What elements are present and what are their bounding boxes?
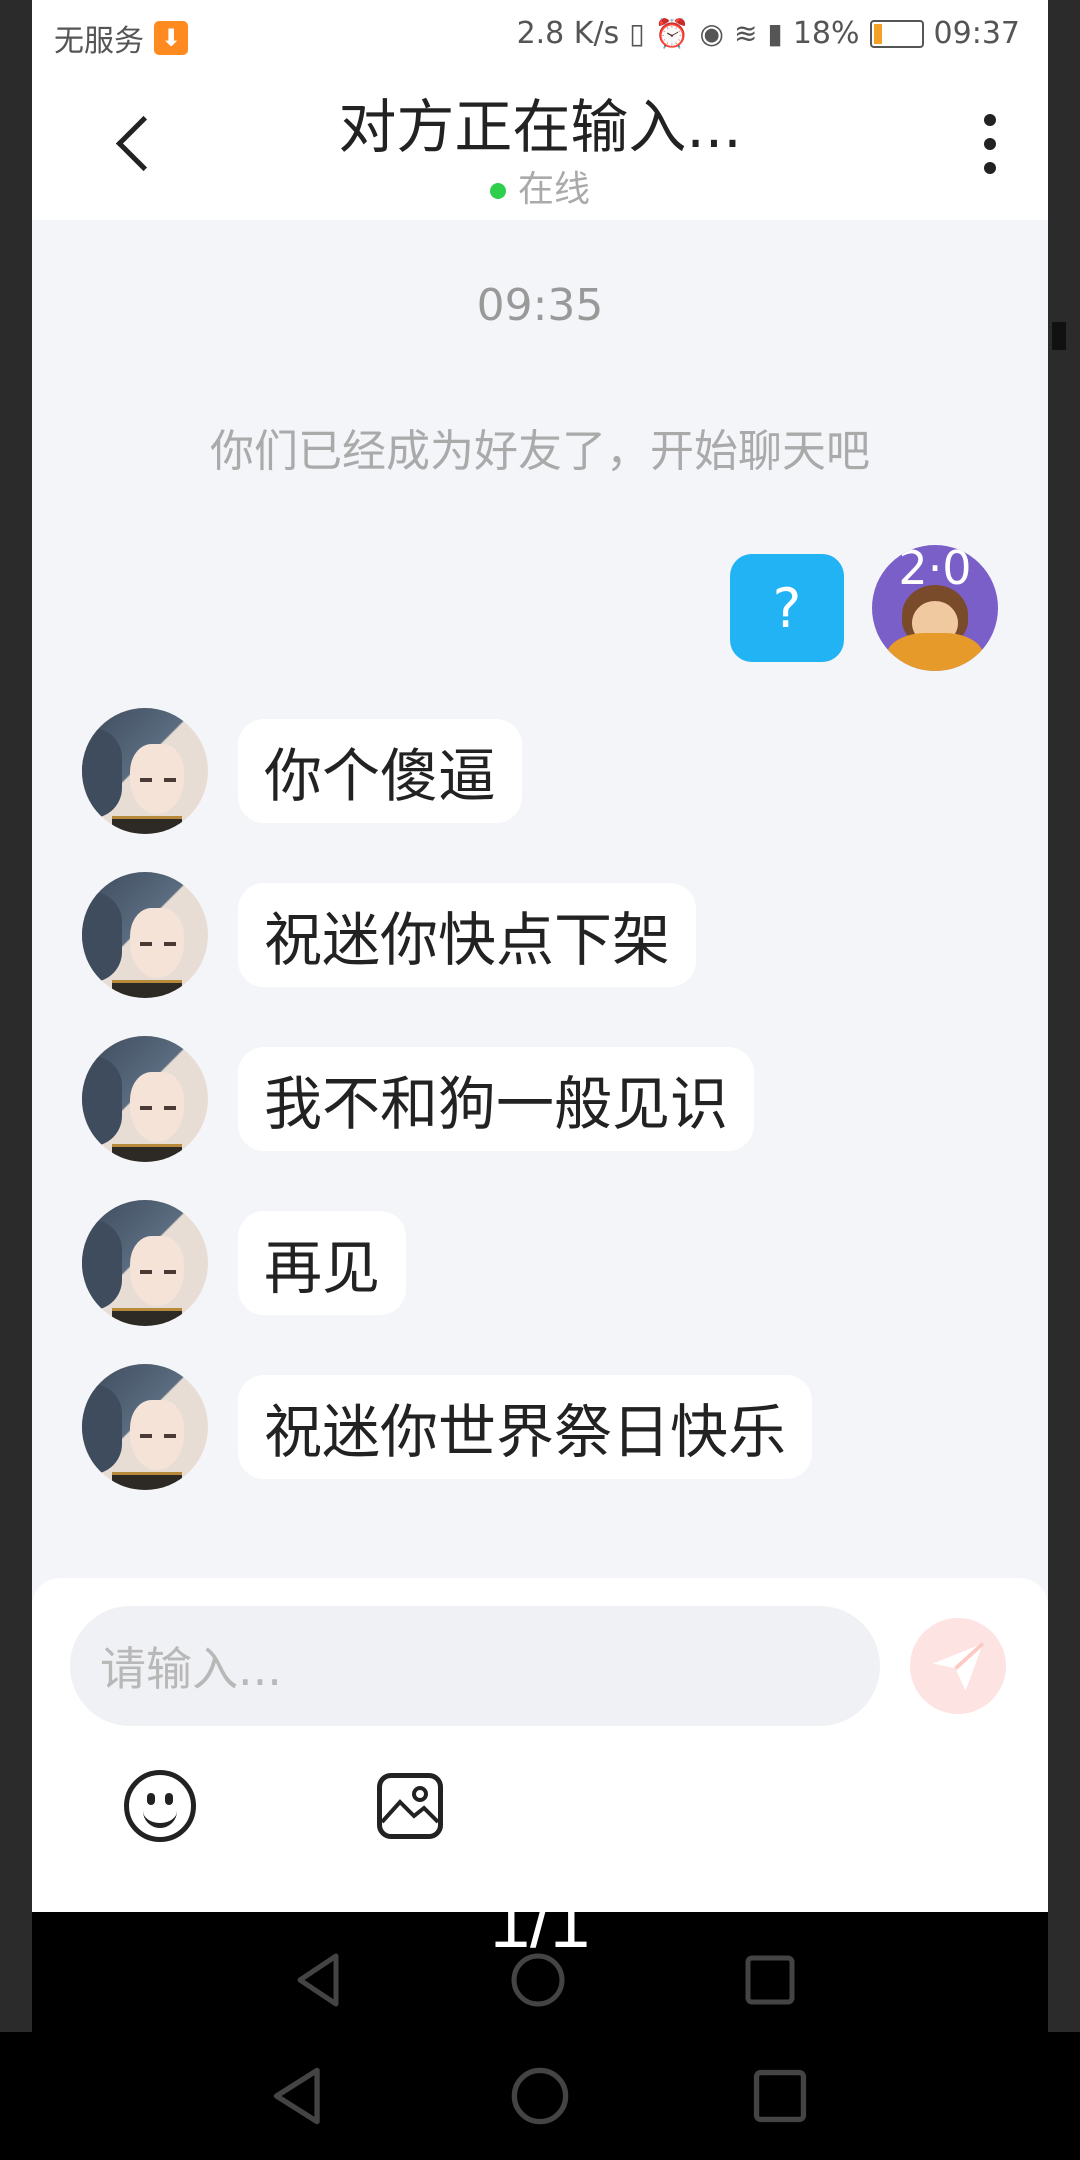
- emoji-button[interactable]: [124, 1770, 196, 1842]
- incoming-message: 祝迷你快点下架: [82, 872, 697, 998]
- incoming-bubble[interactable]: 再见: [238, 1211, 407, 1315]
- battery-percent: 18%: [792, 16, 860, 51]
- home-nav-icon[interactable]: [508, 2064, 572, 2128]
- wifi-icon: ≋: [733, 17, 758, 50]
- contact-avatar[interactable]: [82, 1364, 208, 1490]
- image-button[interactable]: [377, 1773, 443, 1839]
- recents-nav-icon[interactable]: [748, 2064, 812, 2128]
- avatar-label: 2·0: [898, 545, 972, 595]
- outgoing-bubble[interactable]: ?: [730, 554, 844, 662]
- composer: 请输入...: [32, 1578, 1048, 1912]
- incoming-message: 我不和狗一般见识: [82, 1036, 755, 1162]
- chat-header: 对方正在输入... 在线: [32, 70, 1048, 220]
- download-icon: ⬇: [154, 21, 188, 55]
- message-input[interactable]: 请输入...: [70, 1606, 880, 1726]
- system-nav-bar: [0, 2032, 1080, 2160]
- nav-recents-icon[interactable]: [740, 1950, 800, 2010]
- network-speed: 2.8 K/s: [516, 16, 620, 51]
- message-timestamp: 09:35: [476, 280, 604, 331]
- nav-home-icon[interactable]: [508, 1950, 568, 2010]
- my-avatar[interactable]: 2·0: [872, 545, 998, 671]
- status-bar: 无服务 ⬇ 2.8 K/s ▯ ⏰ ◉ ≋ ▮ 18% 09:37: [32, 0, 1048, 70]
- online-label: 在线: [517, 169, 590, 210]
- incoming-bubble[interactable]: 祝迷你世界祭日快乐: [238, 1375, 813, 1479]
- alarm-icon: ⏰: [654, 17, 690, 50]
- contact-avatar[interactable]: [82, 1036, 208, 1162]
- incoming-bubble[interactable]: 你个傻逼: [238, 719, 523, 823]
- incoming-message: 祝迷你世界祭日快乐: [82, 1364, 813, 1490]
- chat-title: 对方正在输入...: [338, 93, 742, 161]
- send-button[interactable]: [910, 1618, 1006, 1714]
- vibrate-icon: ▯: [629, 17, 645, 50]
- back-nav-icon[interactable]: [268, 2064, 332, 2128]
- incoming-message: 再见: [82, 1200, 407, 1326]
- nav-back-icon[interactable]: [292, 1950, 352, 2010]
- overlay-nav-bar: 1/1: [32, 1883, 1048, 2032]
- send-icon: [933, 1642, 985, 1691]
- online-status: 在线: [32, 160, 1048, 212]
- battery-icon: [869, 19, 924, 48]
- contact-avatar[interactable]: [82, 708, 208, 834]
- sim-icon: ▮: [767, 17, 783, 50]
- image-icon: [382, 1786, 438, 1824]
- incoming-message: 你个傻逼: [82, 708, 523, 834]
- system-message: 你们已经成为好友了，开始聊天吧: [210, 426, 870, 477]
- incoming-bubble[interactable]: 我不和狗一般见识: [238, 1047, 755, 1151]
- incoming-bubble[interactable]: 祝迷你快点下架: [238, 883, 697, 987]
- outgoing-message: ? 2·0: [730, 545, 998, 671]
- background-strip: [1048, 0, 1080, 2032]
- online-dot-icon: [489, 183, 506, 199]
- contact-avatar[interactable]: [82, 1200, 208, 1326]
- carrier-text: 无服务: [54, 24, 144, 59]
- eye-icon: ◉: [699, 17, 724, 50]
- clock: 09:37: [933, 16, 1020, 51]
- chat-screen: 无服务 ⬇ 2.8 K/s ▯ ⏰ ◉ ≋ ▮ 18% 09:37 对方正在输入…: [32, 0, 1048, 1912]
- more-options-button[interactable]: [984, 114, 998, 174]
- contact-avatar[interactable]: [82, 872, 208, 998]
